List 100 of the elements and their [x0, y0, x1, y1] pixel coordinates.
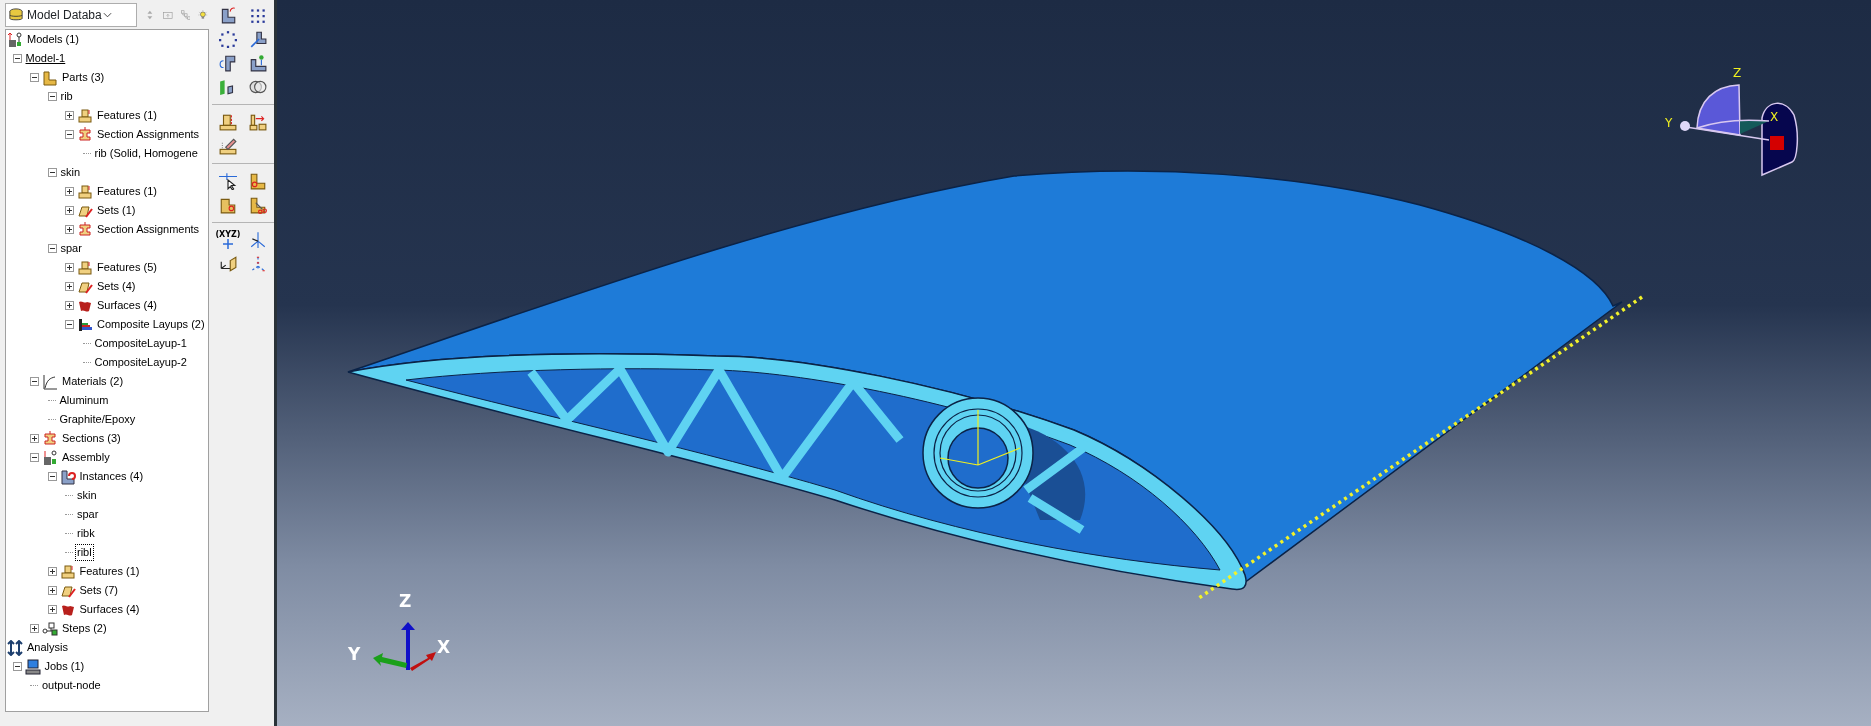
tree-item[interactable]: CompositeLayup-2 — [93, 355, 188, 370]
l-block-pin-icon[interactable] — [249, 54, 267, 72]
dropdown-value: Model Databa — [27, 6, 102, 24]
collapse-toggle[interactable] — [12, 54, 22, 63]
collapse-toggle[interactable] — [47, 168, 57, 177]
tree-item[interactable]: Steps (2) — [61, 621, 108, 636]
axis-label: X — [437, 637, 451, 657]
tree-item[interactable]: Graphite/Epoxy — [58, 412, 137, 427]
expand-toggle[interactable] — [30, 624, 39, 633]
tree-item[interactable]: rib — [59, 89, 74, 104]
tree-item[interactable]: Models (1) — [26, 32, 80, 47]
database-icon — [8, 7, 24, 22]
l-block-icon — [42, 69, 58, 86]
analysis-icon — [7, 639, 23, 656]
stamp-icon — [77, 107, 93, 124]
i-beam-icon — [77, 126, 93, 143]
tree-item[interactable]: spar — [76, 507, 100, 522]
plus-icon — [223, 239, 233, 249]
tree-item[interactable]: Surfaces (4) — [78, 602, 141, 617]
expand-toggle[interactable] — [65, 301, 74, 310]
l-block-rotate-icon[interactable] — [219, 54, 237, 72]
eraser-icon[interactable] — [219, 137, 237, 155]
model-database-icon — [7, 31, 23, 48]
assembly-icon — [42, 449, 58, 466]
beam-arrow-icon[interactable] — [249, 113, 267, 131]
cursor-cross-icon[interactable] — [219, 172, 237, 190]
expand-toggle[interactable] — [65, 225, 74, 234]
tree-item[interactable]: Composite Layups (2) — [96, 317, 206, 332]
stamp-icon — [77, 259, 93, 276]
tree-item[interactable]: Model-1 — [24, 51, 67, 66]
model-database-dropdown[interactable]: Model Databa — [5, 2, 137, 27]
tree-item[interactable]: Section Assignments — [96, 222, 201, 237]
collapse-toggle[interactable] — [65, 320, 74, 329]
tree-item[interactable]: Jobs (1) — [43, 659, 86, 674]
collapse-toggle[interactable] — [30, 73, 39, 82]
computer-icon — [24, 658, 41, 675]
axis-label: Y — [1665, 116, 1673, 130]
dot-grid-icon[interactable] — [249, 6, 267, 24]
expand-toggle[interactable] — [47, 567, 57, 576]
tree-item[interactable]: rib (Solid, Homogene — [93, 146, 199, 161]
expand-toggle[interactable] — [47, 605, 57, 614]
dot-ring-icon[interactable] — [219, 30, 237, 48]
expand-toggle[interactable] — [65, 111, 74, 120]
expand-toggle[interactable] — [65, 187, 74, 196]
collapse-toggle[interactable] — [30, 377, 39, 386]
tree-item[interactable]: Sets (4) — [96, 279, 137, 294]
tree-item[interactable]: Instances (4) — [78, 469, 145, 484]
collapse-toggle[interactable] — [47, 244, 57, 253]
overlap-circles-icon[interactable] — [249, 78, 267, 96]
flow-boxes-icon — [42, 620, 58, 637]
expand-toggle[interactable] — [65, 206, 74, 215]
collapse-toggle[interactable] — [30, 453, 39, 462]
stacked-layers-icon — [77, 316, 93, 333]
tree-item[interactable]: skin — [59, 165, 82, 180]
tree-item[interactable]: Analysis — [26, 640, 69, 655]
collapse-toggle[interactable] — [12, 662, 22, 671]
collapse-toggle[interactable] — [47, 92, 57, 101]
tree-item[interactable]: CompositeLayup-1 — [93, 336, 188, 351]
collapse-toggle[interactable] — [65, 130, 74, 139]
i-beam-icon — [77, 221, 93, 238]
tree-item[interactable]: Parts (3) — [61, 70, 106, 85]
tree-item[interactable]: ribl — [76, 545, 93, 560]
beam-section-icon[interactable] — [219, 113, 237, 131]
axis-label: Z — [1733, 66, 1742, 80]
tree-item[interactable]: Sets (1) — [96, 203, 137, 218]
tree-item[interactable]: Features (1) — [96, 108, 158, 123]
l-block-pointer-icon[interactable] — [249, 30, 267, 48]
tree-item[interactable]: Features (1) — [96, 184, 158, 199]
datum-point-button[interactable]: (XYZ) — [215, 228, 241, 252]
scissors-icon[interactable] — [249, 196, 267, 214]
tree-item[interactable]: Section Assignments — [96, 127, 201, 142]
l-block-arrow-icon — [59, 468, 76, 485]
axis-label: Y — [348, 644, 361, 664]
tree-item[interactable]: Assembly — [61, 450, 111, 465]
tree-item[interactable]: output-node — [41, 678, 102, 693]
caret-icon — [102, 11, 112, 18]
expand-toggle[interactable] — [65, 263, 74, 272]
stamp-icon — [59, 563, 76, 580]
collapse-toggle[interactable] — [47, 472, 57, 481]
l-block-icon[interactable] — [219, 6, 237, 24]
i-beam-icon — [42, 430, 58, 447]
tree-item[interactable]: Aluminum — [58, 393, 110, 408]
tree-item[interactable]: Materials (2) — [61, 374, 125, 389]
stress-strain-icon — [42, 373, 58, 390]
tree-item[interactable]: ribk — [76, 526, 96, 541]
stamp-icon — [77, 183, 93, 200]
tree-item[interactable]: Surfaces (4) — [96, 298, 158, 313]
tree-item[interactable]: Sets (7) — [78, 583, 119, 598]
axis-plane-icon[interactable] — [219, 255, 237, 273]
tree-item[interactable]: spar — [59, 241, 83, 256]
tree-item[interactable]: skin — [76, 488, 98, 503]
axis-label: Z — [399, 591, 412, 611]
expand-toggle[interactable] — [30, 434, 39, 443]
axis-fan-icon[interactable] — [249, 231, 267, 249]
expand-toggle[interactable] — [65, 282, 74, 291]
tree-item[interactable]: Features (1) — [78, 564, 141, 579]
expand-toggle[interactable] — [47, 586, 57, 595]
tree-item[interactable]: Features (5) — [96, 260, 158, 275]
tree-item[interactable]: Sections (3) — [61, 431, 122, 446]
axis-label: X — [1770, 110, 1779, 124]
